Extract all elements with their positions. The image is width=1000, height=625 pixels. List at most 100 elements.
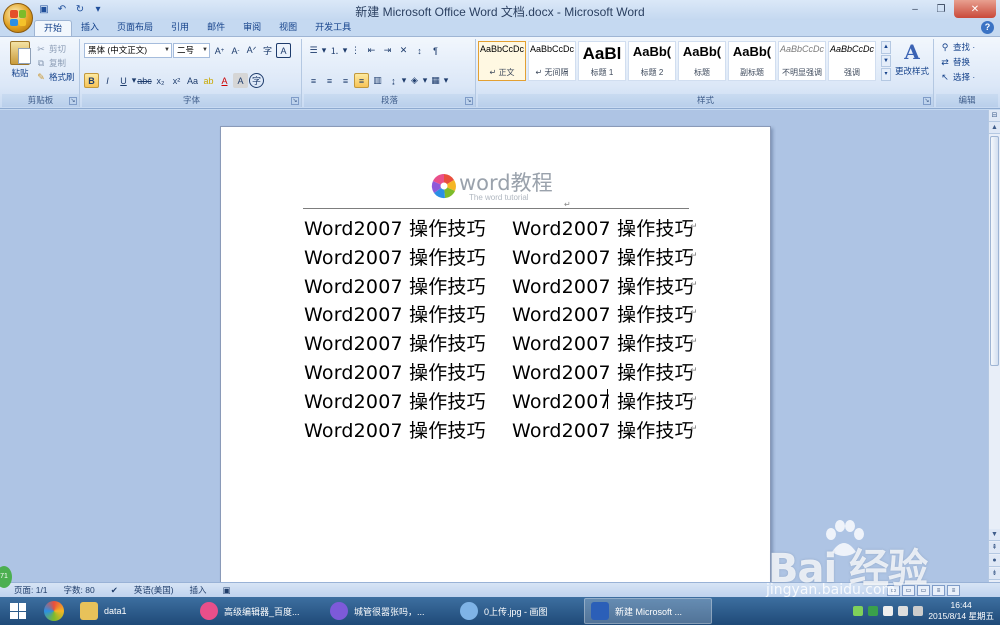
volume-icon[interactable] [913,606,924,616]
next-page-icon[interactable]: ⇟ [989,568,1000,580]
shield-icon[interactable] [883,606,894,616]
scroll-up-icon[interactable]: ▲ [989,122,1000,134]
subscript-icon[interactable]: x₂ [153,73,168,88]
paste-button[interactable]: 粘贴 [6,41,34,79]
multilevel-list-icon[interactable]: ⋮ [348,43,363,58]
office-button[interactable] [3,3,33,33]
format-painter-button[interactable]: ✎ 格式刷 [36,71,74,83]
borders-icon[interactable]: ▦ [428,73,443,88]
scrollbar-thumb[interactable] [990,136,999,366]
style-tile[interactable]: AaBbCcDc 强调 [828,41,876,81]
ruler-toggle-icon[interactable]: ⊟ [989,110,1000,122]
proofing-icon[interactable]: ✔ [103,585,126,596]
tab-home[interactable]: 开始 [34,20,73,36]
scroll-down-icon[interactable]: ▼ [989,529,1000,541]
taskbar-task[interactable]: 0上传.jpg - 画图 [454,598,582,624]
superscript-icon[interactable]: x² [169,73,184,88]
restore-button[interactable]: ❐ [928,0,954,18]
more-styles-icon[interactable]: ▾ [881,68,891,82]
borders-dropdown-icon[interactable]: ▾ [444,73,449,88]
document-body[interactable]: Word2007 操作技巧 Word2007 操作技巧 ↵ Word2007 操作技巧… [304,213,704,443]
grow-font-icon[interactable]: A + [212,43,227,58]
tab-references[interactable]: 引用 [162,20,198,36]
full-screen-view-icon[interactable]: ▭ [902,584,915,596]
underline-dropdown-icon[interactable]: ▾ [132,73,137,88]
previous-page-icon[interactable]: ⇞ [989,542,1000,554]
print-layout-view-icon[interactable]: ▭ [887,584,900,596]
line-spacing-dropdown-icon[interactable]: ▾ [402,73,407,88]
style-tile[interactable]: AaBbCcDc ↵ 无间隔 [528,41,576,81]
tab-review[interactable]: 审阅 [234,20,270,36]
web-layout-view-icon[interactable]: ▭ [917,584,930,596]
change-case-icon[interactable]: Aa [185,73,200,88]
find-button[interactable]: ⚲ 查找 · [940,41,976,53]
tab-view[interactable]: 视图 [270,20,306,36]
replace-button[interactable]: ⇄ 替换 [940,56,975,68]
word-count[interactable]: 字数: 80 [56,584,103,596]
font-name-select[interactable]: 黑体 (中文正文) ▼ [84,43,172,58]
close-button[interactable]: ✕ [954,0,996,18]
document-line[interactable]: Word2007 操作技巧 Word2007 操作技巧 ↵ [304,299,704,328]
language-status[interactable]: 英语(美国) [126,584,182,596]
bullets-icon[interactable]: ☰ [306,43,321,58]
phonetic-guide-icon[interactable]: 字 [260,43,275,58]
font-size-select[interactable]: 二号 ▼ [173,43,210,58]
styles-launcher-icon[interactable]: ↘ [923,97,931,105]
change-styles-button[interactable]: A 更改样式 [893,41,931,77]
line-spacing-icon[interactable]: ↨ [386,73,401,88]
char-shading-icon[interactable]: A [233,73,248,88]
font-color-icon[interactable]: A [217,73,232,88]
highlight-icon[interactable]: ab [201,73,216,88]
network-icon[interactable] [898,606,909,616]
clear-format-icon[interactable]: Aᐟ [244,43,259,58]
decrease-indent-icon[interactable]: ⇤ [364,43,379,58]
bold-icon[interactable]: B [84,73,99,88]
outline-view-icon[interactable]: ≡ [932,584,945,596]
shading-icon[interactable]: ◈ [407,73,422,88]
battery-icon[interactable] [853,606,864,616]
enclose-char-icon[interactable]: 字 [249,73,264,88]
italic-icon[interactable]: I [100,73,115,88]
document-page[interactable]: word教程 The word tutorial ↵ Word2007 操作技巧… [220,126,771,582]
bullets-dropdown-icon[interactable]: ▾ [322,43,327,58]
security-icon[interactable] [868,606,879,616]
distributed-icon[interactable]: ▥ [370,73,385,88]
scroll-down-icon[interactable]: ▼ [881,54,891,68]
taskbar-task[interactable]: 高级编辑器_百度... [194,598,322,624]
font-launcher-icon[interactable]: ↘ [291,97,299,105]
tab-page-layout[interactable]: 页面布局 [108,20,162,36]
align-center-icon[interactable]: ≡ [322,73,337,88]
insert-mode[interactable]: 插入 [182,584,215,596]
start-button[interactable] [0,597,36,625]
taskbar-task[interactable]: 新建 Microsoft ... [584,598,712,624]
clipboard-launcher-icon[interactable]: ↘ [69,97,77,105]
vertical-scrollbar[interactable]: ⊟ ▲ ▼ ⇞ ● ⇟ [988,110,1000,582]
document-line[interactable]: Word2007 操作技巧 Word2007 操作技巧 ↵ [304,415,704,444]
strikethrough-icon[interactable]: abc [137,73,152,88]
numbering-icon[interactable]: ⒈ [327,43,342,58]
sort-icon[interactable]: ↕ [412,43,427,58]
justify-icon[interactable]: ≡ [354,73,369,88]
help-icon[interactable]: ? [981,21,994,34]
asian-layout-icon[interactable]: ✕ [396,43,411,58]
underline-icon[interactable]: U [116,73,131,88]
scroll-up-icon[interactable]: ▲ [881,41,891,54]
tab-developer[interactable]: 开发工具 [306,20,360,36]
taskbar-task[interactable]: data1 [74,598,192,624]
show-marks-icon[interactable]: ¶ [428,43,443,58]
shrink-font-icon[interactable]: A- [228,43,243,58]
style-tile[interactable]: AaBb(标题 [678,41,726,81]
minimize-button[interactable]: ‒ [902,0,928,18]
select-button[interactable]: ↖ 选择 · [940,71,975,83]
tab-insert[interactable]: 插入 [72,20,108,36]
clock[interactable]: 16:44 2015/8/14 星期五 [928,600,994,622]
style-tile[interactable]: AaBl 标题 1 [578,41,626,81]
numbering-dropdown-icon[interactable]: ▾ [343,43,348,58]
cut-button[interactable]: ✂ 剪切 [36,43,75,55]
document-line[interactable]: Word2007 操作技巧 Word2007 操作技巧 ↵ [304,242,704,271]
document-line[interactable]: Word2007 操作技巧 Word2007 操作技巧 ↵ [304,271,704,300]
paragraph-launcher-icon[interactable]: ↘ [465,97,473,105]
macro-record-icon[interactable]: ▣ [215,585,239,596]
style-tile[interactable]: AaBbCcDc 不明显强调 [778,41,826,81]
tab-mailings[interactable]: 邮件 [198,20,234,36]
